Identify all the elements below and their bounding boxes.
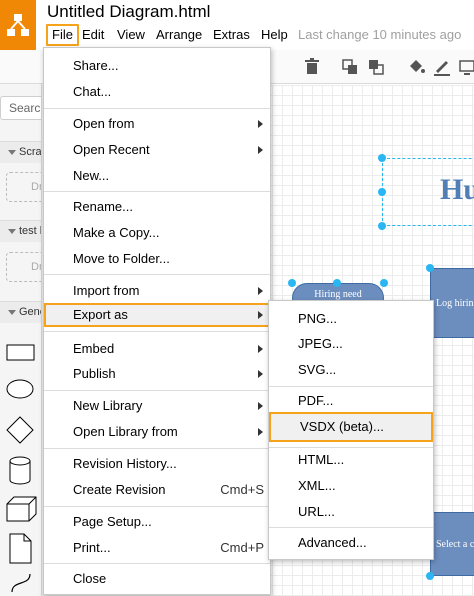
to-back-icon[interactable] bbox=[366, 57, 386, 77]
resize-handle[interactable] bbox=[288, 279, 296, 287]
menu-item-new-library[interactable]: New Library bbox=[44, 394, 270, 418]
menu-separator bbox=[44, 563, 270, 564]
menu-item-export-advanced[interactable]: Advanced... bbox=[269, 531, 433, 555]
library-drop-area[interactable]: Dr bbox=[6, 252, 41, 282]
menu-item-rename[interactable]: Rename... bbox=[44, 195, 270, 219]
shapes-sidebar: Search Scratch Dr test libr Dr Genera bbox=[0, 84, 42, 596]
delete-icon[interactable] bbox=[302, 57, 322, 77]
menu-item-create-revision[interactable]: Create Revision Cmd+S bbox=[44, 478, 270, 502]
menu-item-export-as[interactable]: Export as bbox=[44, 303, 270, 327]
menu-item-export-html[interactable]: HTML... bbox=[269, 448, 433, 472]
collapse-arrow-icon bbox=[8, 309, 16, 315]
last-change-status[interactable]: Last change 10 minutes ago bbox=[298, 24, 461, 46]
shape-search-input[interactable]: Search bbox=[0, 96, 41, 120]
document-title[interactable]: Untitled Diagram.html bbox=[47, 2, 210, 22]
cube-shape-icon[interactable] bbox=[6, 496, 38, 522]
curve-shape-icon[interactable] bbox=[10, 572, 34, 594]
menu-item-export-xml[interactable]: XML... bbox=[269, 474, 433, 498]
sidebar-section-general[interactable]: Genera bbox=[0, 301, 41, 323]
resize-handle[interactable] bbox=[426, 572, 434, 580]
menu-item-export-pdf[interactable]: PDF... bbox=[269, 389, 433, 413]
menu-item-export-svg[interactable]: SVG... bbox=[269, 358, 433, 382]
cylinder-shape-icon[interactable] bbox=[8, 456, 34, 486]
diamond-shape-icon[interactable] bbox=[6, 416, 36, 446]
menu-file[interactable]: File bbox=[46, 24, 79, 46]
menu-separator bbox=[44, 390, 270, 391]
shortcut-label: Cmd+P bbox=[220, 540, 264, 555]
menu-separator bbox=[44, 506, 270, 507]
export-as-submenu: PNG... JPEG... SVG... PDF... VSDX (beta)… bbox=[268, 300, 434, 560]
menu-item-chat[interactable]: Chat... bbox=[44, 80, 270, 104]
node-log-hiring[interactable]: Log hirin bbox=[430, 268, 474, 338]
menu-item-export-url[interactable]: URL... bbox=[269, 500, 433, 524]
rectangle-shape-icon[interactable] bbox=[6, 342, 36, 362]
drawio-logo-icon[interactable] bbox=[0, 0, 36, 50]
file-menu: Share... Chat... Open from Open Recent N… bbox=[43, 47, 271, 595]
menu-item-move-to-folder[interactable]: Move to Folder... bbox=[44, 247, 270, 271]
menu-item-import-from[interactable]: Import from bbox=[44, 279, 270, 303]
menu-item-embed[interactable]: Embed bbox=[44, 337, 270, 361]
resize-handle[interactable] bbox=[378, 154, 386, 162]
collapse-arrow-icon bbox=[8, 149, 16, 155]
resize-handle[interactable] bbox=[380, 279, 388, 287]
collapse-arrow-icon bbox=[8, 228, 16, 234]
menu-separator bbox=[44, 108, 270, 109]
menu-item-publish[interactable]: Publish bbox=[44, 362, 270, 386]
line-color-icon[interactable] bbox=[432, 57, 452, 77]
sidebar-section-scratchpad[interactable]: Scratch bbox=[0, 141, 41, 163]
submenu-arrow-icon bbox=[258, 402, 263, 410]
menu-item-export-png[interactable]: PNG... bbox=[269, 307, 433, 331]
menu-item-new[interactable]: New... bbox=[44, 164, 270, 188]
submenu-arrow-icon bbox=[258, 146, 263, 154]
submenu-arrow-icon bbox=[258, 345, 263, 353]
fill-color-icon[interactable] bbox=[406, 57, 426, 77]
menu-separator bbox=[44, 274, 270, 275]
menu-separator bbox=[269, 527, 433, 528]
menu-item-print[interactable]: Print... Cmd+P bbox=[44, 536, 270, 560]
submenu-arrow-icon bbox=[258, 428, 263, 436]
menu-view[interactable]: View bbox=[113, 24, 149, 46]
menu-help[interactable]: Help bbox=[257, 24, 292, 46]
menu-item-export-vsdx[interactable]: VSDX (beta)... bbox=[269, 412, 433, 442]
menu-item-make-copy[interactable]: Make a Copy... bbox=[44, 221, 270, 245]
submenu-arrow-icon bbox=[258, 370, 263, 378]
document-shape-icon[interactable] bbox=[9, 533, 33, 565]
menu-item-revision-history[interactable]: Revision History... bbox=[44, 452, 270, 476]
menu-extras[interactable]: Extras bbox=[209, 24, 254, 46]
menu-item-open-library-from[interactable]: Open Library from bbox=[44, 420, 270, 444]
resize-handle[interactable] bbox=[378, 188, 386, 196]
menu-item-export-jpeg[interactable]: JPEG... bbox=[269, 332, 433, 356]
node-select-candidate[interactable]: Select a c bbox=[430, 512, 474, 576]
canvas-title-text: Hu bbox=[440, 173, 474, 206]
shadow-icon[interactable] bbox=[458, 57, 474, 77]
sidebar-section-test-library[interactable]: test libr bbox=[0, 220, 41, 242]
app-header: Untitled Diagram.html File Edit View Arr… bbox=[0, 0, 474, 50]
submenu-arrow-icon bbox=[258, 287, 263, 295]
submenu-arrow-icon bbox=[258, 311, 263, 319]
menu-edit[interactable]: Edit bbox=[78, 24, 108, 46]
menu-item-share[interactable]: Share... bbox=[44, 54, 270, 78]
menu-item-close[interactable]: Close bbox=[44, 567, 270, 591]
submenu-arrow-icon bbox=[258, 120, 263, 128]
to-front-icon[interactable] bbox=[340, 57, 360, 77]
menu-item-page-setup[interactable]: Page Setup... bbox=[44, 510, 270, 534]
menu-item-open-recent[interactable]: Open Recent bbox=[44, 138, 270, 162]
menu-separator bbox=[269, 386, 433, 387]
menu-separator bbox=[44, 448, 270, 449]
menu-item-open-from[interactable]: Open from bbox=[44, 112, 270, 136]
scratchpad-drop-area[interactable]: Dr bbox=[6, 172, 41, 202]
resize-handle[interactable] bbox=[333, 279, 341, 287]
resize-handle[interactable] bbox=[426, 264, 434, 272]
menu-arrange[interactable]: Arrange bbox=[152, 24, 206, 46]
resize-handle[interactable] bbox=[378, 222, 386, 230]
menu-separator bbox=[44, 191, 270, 192]
menu-separator bbox=[44, 331, 270, 332]
ellipse-shape-icon[interactable] bbox=[6, 378, 36, 400]
shortcut-label: Cmd+S bbox=[220, 482, 264, 497]
